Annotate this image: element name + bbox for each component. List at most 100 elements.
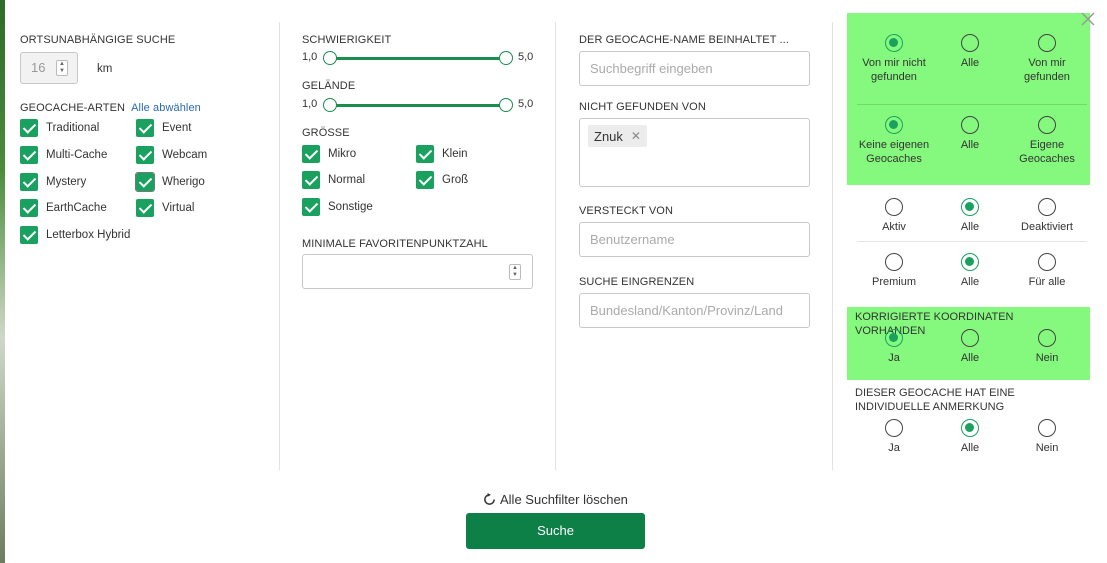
close-icon[interactable]: [1079, 10, 1097, 28]
remove-tag-icon[interactable]: ✕: [631, 129, 641, 143]
checkbox-icon: [135, 172, 155, 192]
types-heading-label: GEOCACHE-ARTEN: [20, 102, 126, 114]
name-input[interactable]: Suchbegriff eingeben: [579, 51, 810, 86]
type-label: Traditional: [46, 122, 100, 134]
types-heading: GEOCACHE-ARTEN Alle abwählen: [20, 102, 201, 114]
radio-not-found-by-me[interactable]: Von mir nicht gefunden: [854, 34, 934, 84]
hidden-by-heading: VERSTECKT VON: [579, 205, 674, 217]
type-wherigo[interactable]: Wherigo: [135, 172, 205, 192]
radio-no-own[interactable]: Keine eigenen Geocaches: [854, 116, 934, 166]
favorites-stepper[interactable]: ▲ ▼: [509, 264, 521, 280]
radio-label: Alle: [960, 221, 980, 233]
terrain-max-handle[interactable]: [499, 98, 513, 112]
search-button[interactable]: Suche: [466, 513, 645, 549]
name-placeholder: Suchbegriff eingeben: [590, 61, 713, 76]
favorites-heading: MINIMALE FAVORITENPUNKTZAHL: [302, 238, 488, 250]
checkbox-icon: [136, 146, 154, 164]
radio-group-found: Von mir nicht gefunden Alle Von mir gefu…: [847, 34, 1090, 104]
type-event[interactable]: Event: [136, 119, 191, 137]
radio-active[interactable]: Aktiv: [854, 198, 934, 234]
column-divider: [555, 22, 556, 470]
favorites-input[interactable]: ▲ ▼: [302, 254, 533, 289]
name-heading: DER GEOCACHE-NAME BEINHALTET ...: [579, 34, 789, 46]
radio-note-yes[interactable]: Ja: [854, 419, 934, 455]
checkbox-icon: [20, 119, 38, 137]
type-letterbox-hybrid[interactable]: Letterbox Hybrid: [20, 226, 130, 244]
checkbox-icon: [20, 146, 38, 164]
radio-icon: [885, 116, 903, 134]
radio-label: Deaktiviert: [1021, 221, 1073, 233]
hidden-by-input[interactable]: Benutzername: [579, 222, 810, 257]
radius-stepper[interactable]: ▲ ▼: [56, 60, 68, 76]
radio-label: Alle: [960, 442, 980, 454]
radio-divider: [857, 104, 1087, 105]
checkbox-icon: [302, 145, 320, 163]
radio-note-all[interactable]: Alle: [930, 419, 1010, 455]
difficulty-max: 5,0: [518, 51, 534, 63]
checkbox-icon: [20, 226, 38, 244]
difficulty-min-handle[interactable]: [323, 51, 337, 65]
radio-icon: [1038, 253, 1056, 271]
type-multi-cache[interactable]: Multi-Cache: [20, 146, 107, 164]
radio-label: Aktiv: [882, 221, 906, 233]
radio-for-everyone[interactable]: Für alle: [1007, 253, 1087, 289]
terrain-max: 5,0: [518, 98, 534, 110]
radio-premium-all[interactable]: Alle: [930, 253, 1010, 289]
radio-divider: [857, 241, 1087, 242]
terrain-min-handle[interactable]: [323, 98, 337, 112]
size-sonstige[interactable]: Sonstige: [302, 198, 373, 216]
radio-corrected-all[interactable]: Alle: [930, 329, 1010, 365]
type-mystery[interactable]: Mystery: [20, 173, 86, 191]
radio-own[interactable]: Eigene Geocaches: [1007, 116, 1087, 166]
checkbox-icon: [302, 198, 320, 216]
radius-value: 16: [31, 60, 46, 75]
not-found-input[interactable]: Znuk ✕: [579, 118, 810, 187]
checkbox-icon: [302, 171, 320, 189]
difficulty-min: 1,0: [302, 51, 318, 63]
radio-found-by-me[interactable]: Von mir gefunden: [1007, 34, 1087, 84]
size-gross[interactable]: Groß: [416, 171, 468, 189]
radio-label: Alle: [960, 57, 980, 69]
radio-icon: [885, 329, 903, 347]
checkbox-icon: [136, 199, 154, 217]
difficulty-track: [328, 57, 508, 60]
reset-filters-link[interactable]: Alle Suchfilter löschen: [483, 492, 628, 507]
radio-found-all[interactable]: Alle: [930, 34, 1010, 70]
radio-icon: [1038, 198, 1056, 216]
type-earthcache[interactable]: EarthCache: [20, 199, 107, 217]
radio-icon: [885, 253, 903, 271]
radio-corrected-yes[interactable]: Ja: [854, 329, 934, 365]
type-virtual[interactable]: Virtual: [136, 199, 194, 217]
radio-group-note: Ja Alle Nein: [847, 419, 1090, 459]
radio-disabled[interactable]: Deaktiviert: [1007, 198, 1087, 234]
difficulty-max-handle[interactable]: [499, 51, 513, 65]
radio-icon: [1038, 116, 1056, 134]
radio-icon: [1038, 419, 1056, 437]
size-mikro[interactable]: Mikro: [302, 145, 356, 163]
type-label: Wherigo: [162, 176, 205, 188]
radio-icon: [885, 34, 903, 52]
size-label: Sonstige: [328, 201, 373, 213]
type-webcam[interactable]: Webcam: [136, 146, 207, 164]
deselect-all-link[interactable]: Alle abwählen: [131, 102, 201, 114]
terrain-track: [328, 104, 508, 107]
radio-label: Alle: [960, 276, 980, 288]
type-traditional[interactable]: Traditional: [20, 119, 99, 137]
size-normal[interactable]: Normal: [302, 171, 365, 189]
size-klein[interactable]: Klein: [416, 145, 468, 163]
region-input[interactable]: Bundesland/Kanton/Provinz/Land: [579, 293, 810, 328]
refresh-icon: [484, 493, 495, 505]
difficulty-slider[interactable]: 1,0 5,0: [302, 49, 534, 69]
radio-corrected-no[interactable]: Nein: [1007, 329, 1087, 365]
radio-note-no[interactable]: Nein: [1007, 419, 1087, 455]
radio-active-all[interactable]: Alle: [930, 198, 1010, 234]
terrain-slider[interactable]: 1,0 5,0: [302, 96, 534, 116]
radius-input[interactable]: 16 ▲ ▼: [20, 52, 78, 84]
radio-own-all[interactable]: Alle: [930, 116, 1010, 152]
radio-premium[interactable]: Premium: [854, 253, 934, 289]
radio-label: Von mir gefunden: [1024, 57, 1070, 83]
note-heading: DIESER GEOCACHE HAT EINE INDIVIDUELLE AN…: [855, 387, 1015, 413]
radio-label: Nein: [1035, 442, 1059, 454]
radio-icon: [885, 198, 903, 216]
type-label: EarthCache: [46, 202, 107, 214]
